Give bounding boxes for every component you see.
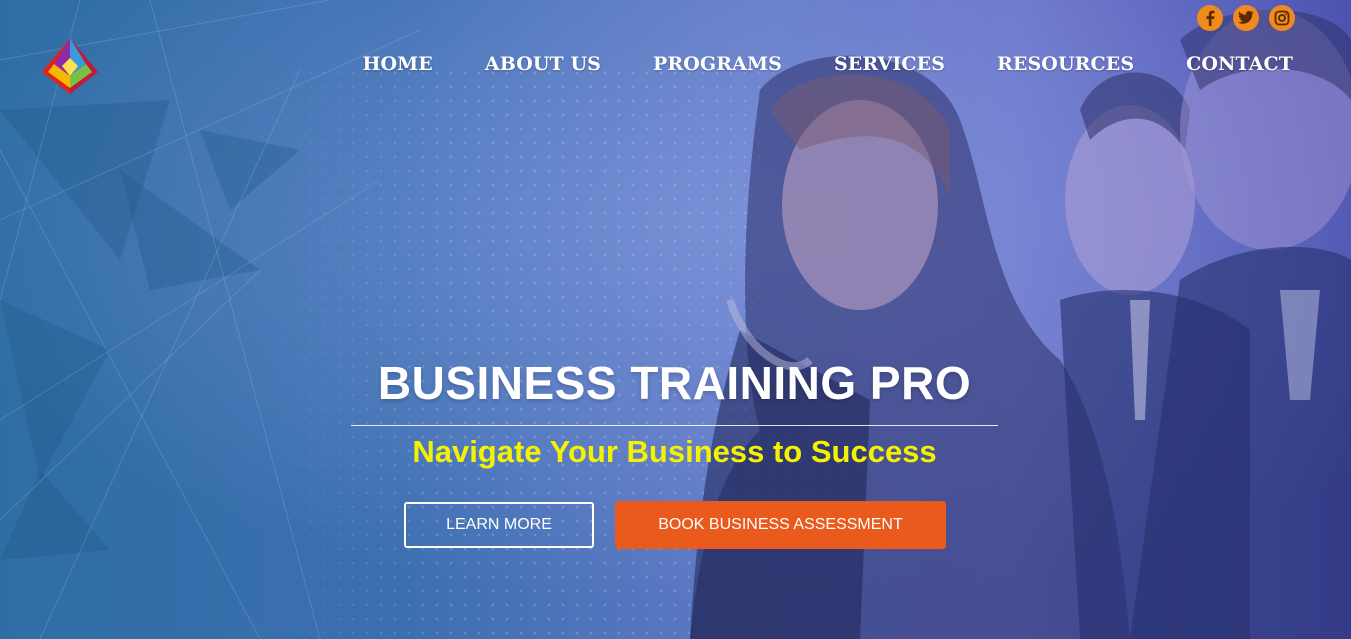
book-assessment-button[interactable]: BOOK BUSINESS ASSESSMENT bbox=[615, 501, 946, 549]
hero-divider bbox=[351, 425, 998, 426]
nav-contact[interactable]: CONTACT bbox=[1186, 53, 1293, 75]
twitter-icon[interactable] bbox=[1233, 5, 1259, 31]
nav-about-us[interactable]: ABOUT US bbox=[485, 53, 601, 75]
social-links bbox=[1197, 5, 1295, 31]
hero-title: BUSINESS TRAINING PRO bbox=[377, 357, 972, 409]
hero-subtitle: Navigate Your Business to Success bbox=[412, 434, 937, 469]
main-nav: HOME ABOUT US PROGRAMS SERVICES RESOURCE… bbox=[362, 53, 1293, 75]
hero-section: HOME ABOUT US PROGRAMS SERVICES RESOURCE… bbox=[0, 0, 1351, 639]
nav-services[interactable]: SERVICES bbox=[834, 53, 945, 75]
nav-resources[interactable]: RESOURCES bbox=[997, 53, 1134, 75]
logo[interactable] bbox=[40, 36, 100, 96]
site-header: HOME ABOUT US PROGRAMS SERVICES RESOURCE… bbox=[0, 0, 1351, 100]
nav-programs[interactable]: PROGRAMS bbox=[653, 53, 782, 75]
learn-more-button[interactable]: LEARN MORE bbox=[404, 502, 594, 548]
nav-home[interactable]: HOME bbox=[362, 53, 432, 75]
facebook-icon[interactable] bbox=[1197, 5, 1223, 31]
instagram-icon[interactable] bbox=[1269, 5, 1295, 31]
